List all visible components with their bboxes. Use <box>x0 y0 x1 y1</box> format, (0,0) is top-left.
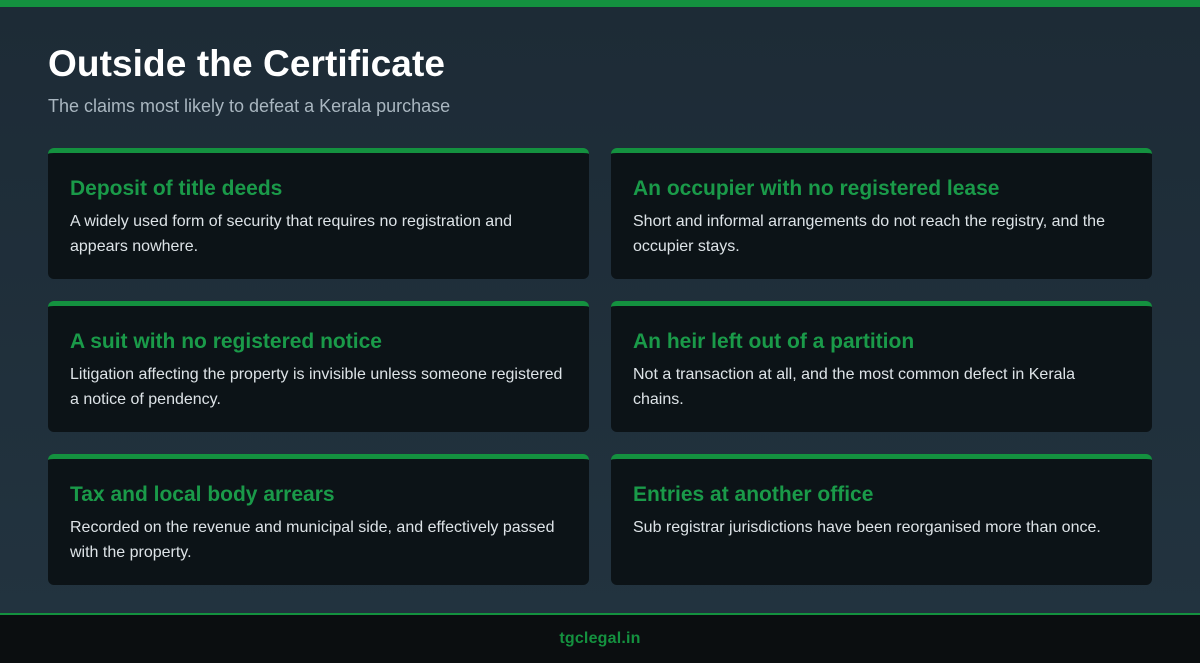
top-accent-bar <box>0 0 1200 7</box>
claim-card-unregistered-occupier: An occupier with no registered lease Sho… <box>611 148 1152 279</box>
main-panel: Outside the Certificate The claims most … <box>0 7 1200 613</box>
card-title: Deposit of title deeds <box>70 177 283 200</box>
card-title: An occupier with no registered lease <box>633 177 1000 200</box>
card-body: A widely used form of security that requ… <box>70 213 512 255</box>
card-body: Not a transaction at all, and the most c… <box>633 366 1076 408</box>
card-title: An heir left out of a partition <box>633 330 915 353</box>
card-body: Recorded on the revenue and municipal si… <box>70 519 555 561</box>
card-title: Tax and local body arrears <box>70 483 335 506</box>
footer: tgclegal.in <box>0 615 1200 663</box>
claim-card-tax-arrears: Tax and local body arrears Recorded on t… <box>48 454 589 585</box>
claim-card-suit-without-notice: A suit with no registered notice Litigat… <box>48 301 589 432</box>
claim-card-omitted-heir: An heir left out of a partition Not a tr… <box>611 301 1152 432</box>
card-body: Litigation affecting the property is inv… <box>70 366 563 408</box>
card-body: Short and informal arrangements do not r… <box>633 213 1105 255</box>
card-title: A suit with no registered notice <box>70 330 382 353</box>
claims-grid: Deposit of title deeds A widely used for… <box>48 148 1152 585</box>
page-subtitle: The claims most likely to defeat a Keral… <box>48 96 451 116</box>
claim-card-other-office-entries: Entries at another office Sub registrar … <box>611 454 1152 585</box>
footer-site-link[interactable]: tgclegal.in <box>559 630 640 648</box>
claim-card-deposit-of-title-deeds: Deposit of title deeds A widely used for… <box>48 148 589 279</box>
page-title: Outside the Certificate <box>48 43 446 84</box>
card-body: Sub registrar jurisdictions have been re… <box>633 519 1101 536</box>
card-title: Entries at another office <box>633 483 874 506</box>
